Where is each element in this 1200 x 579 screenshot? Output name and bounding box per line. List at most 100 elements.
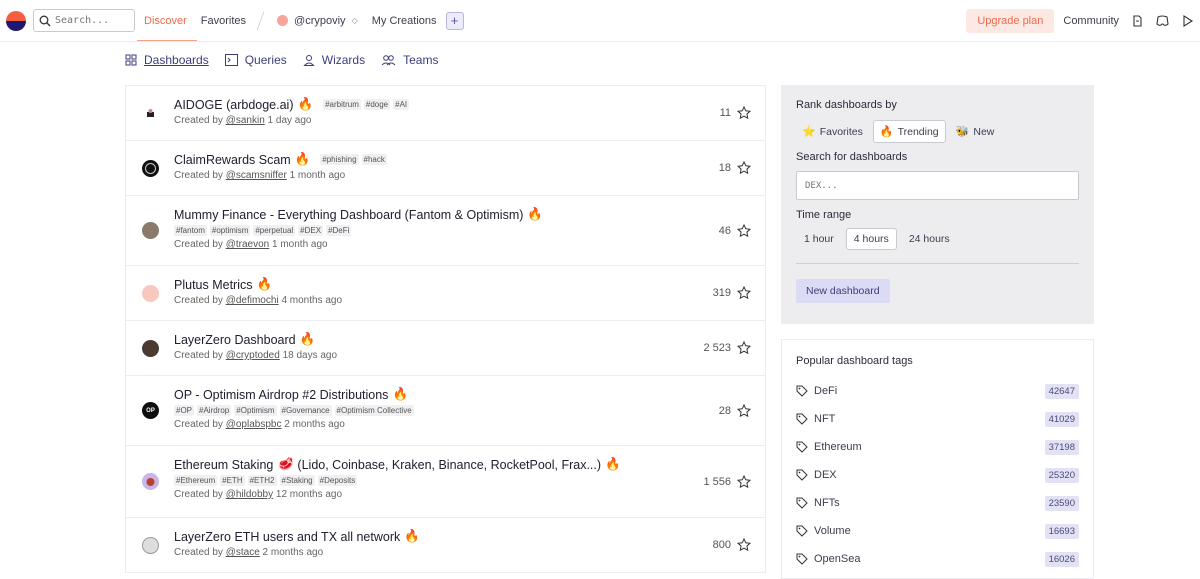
dashboard-title[interactable]: Mummy Finance - Everything Dashboard (Fa… [174,208,523,222]
list-item[interactable]: OP OP - Optimism Airdrop #2 Distribution… [126,376,765,446]
list-item[interactable]: LayerZero Dashboard 🔥 Created by @cryptod… [126,321,765,376]
tab-teams[interactable]: Teams [381,53,438,67]
tag[interactable]: #AI [393,99,410,110]
rank-new-button[interactable]: 🐝 New [950,120,1001,143]
tag[interactable]: #OP [174,405,195,416]
search-box[interactable] [33,9,135,32]
creator-link[interactable]: @oplabspbc [226,419,282,430]
tag[interactable]: #fantom [174,225,207,236]
creator-link[interactable]: @traevon [226,239,270,250]
nav-favorites[interactable]: Favorites [201,15,246,27]
tag-icon [796,413,808,425]
star-icon[interactable] [737,161,751,175]
time-range-heading: Time range [796,209,852,221]
star-icon[interactable] [737,341,751,355]
dashboard-title[interactable]: ClaimRewards Scam [174,153,291,167]
tag[interactable]: #optimism [209,225,251,236]
search-icon [39,15,51,26]
age: 1 month ago [289,170,346,181]
star-icon[interactable] [737,538,751,552]
list-item[interactable]: LayerZero ETH users and TX all network 🔥 … [126,518,765,573]
trending-fire-icon: 🔥 [605,457,621,471]
tag[interactable]: #DEX [298,225,324,236]
tag[interactable]: #DeFi [326,225,352,236]
tag[interactable]: #perpetual [253,225,296,236]
tab-queries[interactable]: Queries [224,53,287,67]
dashboard-title[interactable]: LayerZero ETH users and TX all network [174,530,400,544]
rank-favorites-button[interactable]: ⭐ Favorites [796,120,869,143]
tag[interactable]: #Deposits [317,475,358,486]
time-1h-button[interactable]: 1 hour [796,228,842,250]
dashboard-title[interactable]: Ethereum Staking [174,458,273,472]
create-button[interactable]: + [445,11,464,30]
creator-link[interactable]: @stace [226,547,260,558]
chevron-updown-icon: ◇ [351,16,358,25]
tag-row[interactable]: DEX 25320 [796,461,1079,489]
favorite-count: 2 523 [703,342,731,354]
star-icon[interactable] [737,106,751,120]
star-icon[interactable] [737,286,751,300]
favorite-count: 800 [712,539,731,551]
nav-my-creations[interactable]: My Creations [372,15,437,27]
nav-discover[interactable]: Discover [137,15,197,41]
tag-row[interactable]: DeFi 42647 [796,377,1079,405]
tag[interactable]: #Governance [279,405,332,416]
tag-row[interactable]: Volume 16693 [796,517,1079,545]
list-item[interactable]: Ethereum Staking 🥩 (Lido, Coinbase, Krake… [126,446,765,518]
tag[interactable]: #Optimism [234,405,277,416]
creator-link[interactable]: @sankin [226,115,265,126]
creator-link[interactable]: @hildobby [226,489,273,500]
discord-icon[interactable] [1156,15,1169,26]
tag-row[interactable]: Ethereum 37198 [796,433,1079,461]
tag[interactable]: #hack [361,154,387,165]
tab-wizards-label: Wizards [321,53,366,67]
user-switcher[interactable]: @crypoviy ◇ [277,15,358,27]
tag[interactable]: #phishing [320,154,359,165]
person-icon [303,55,315,66]
tag[interactable]: #Ethereum [174,475,218,486]
tag[interactable]: #doge [363,99,391,110]
list-item[interactable]: AIDOGE (arbdoge.ai) 🔥 #arbitrum #doge #AI C… [126,86,765,141]
tab-dashboards[interactable]: Dashboards [125,53,209,67]
list-item[interactable]: Mummy Finance - Everything Dashboard (Fa… [126,196,765,266]
tab-wizards[interactable]: Wizards [303,53,365,67]
upgrade-plan-button[interactable]: Upgrade plan [966,8,1055,33]
new-dashboard-button[interactable]: New dashboard [796,279,890,303]
rank-trending-button[interactable]: 🔥 Trending [872,120,946,143]
tag-count: 25320 [1044,467,1079,483]
dashboard-title[interactable]: Plutus Metrics [174,278,253,292]
tag[interactable]: #Airdrop [197,405,232,416]
rank-favorites-label: Favorites [819,125,863,138]
tag[interactable]: #ETH [220,475,245,486]
tag[interactable]: #Optimism Collective [334,405,414,416]
time-4h-button[interactable]: 4 hours [845,228,897,250]
list-item[interactable]: ClaimRewards Scam 🔥 #phishing #hack Create… [126,141,765,196]
tag[interactable]: #arbitrum [323,99,361,110]
list-item[interactable]: Plutus Metrics 🔥 Created by @defimochi 4 … [126,266,765,321]
rank-new-label: New [973,125,995,138]
creator-link[interactable]: @defimochi [226,295,279,306]
star-icon[interactable] [737,403,751,418]
tag-icon [796,553,808,565]
star-icon[interactable] [737,223,751,238]
creator-link[interactable]: @scamsniffer [226,170,287,181]
search-input[interactable] [55,15,131,26]
dashboard-title[interactable]: OP - Optimism Airdrop #2 Distributions [174,388,388,402]
dashboard-title[interactable]: LayerZero Dashboard [174,333,296,347]
star-icon[interactable] [737,474,751,489]
docs-icon[interactable] [1132,14,1143,27]
dune-logo[interactable] [6,10,26,31]
dashboard-search-input[interactable] [796,171,1079,200]
tag-row[interactable]: OpenSea 16026 [796,545,1079,573]
trending-fire-icon: 🔥 [297,97,314,111]
tag-name: DEX [814,469,837,481]
tag[interactable]: #ETH2 [247,475,277,486]
dashboard-title[interactable]: AIDOGE (arbdoge.ai) [174,98,294,112]
tag-row[interactable]: NFTs 23590 [796,489,1079,517]
time-24h-button[interactable]: 24 hours [901,228,958,250]
telegram-icon[interactable] [1182,14,1194,27]
tag-row[interactable]: NFT 41029 [796,405,1079,433]
creator-link[interactable]: @cryptoded [226,350,280,361]
tag[interactable]: #Staking [279,475,315,486]
nav-community[interactable]: Community [1063,15,1119,27]
